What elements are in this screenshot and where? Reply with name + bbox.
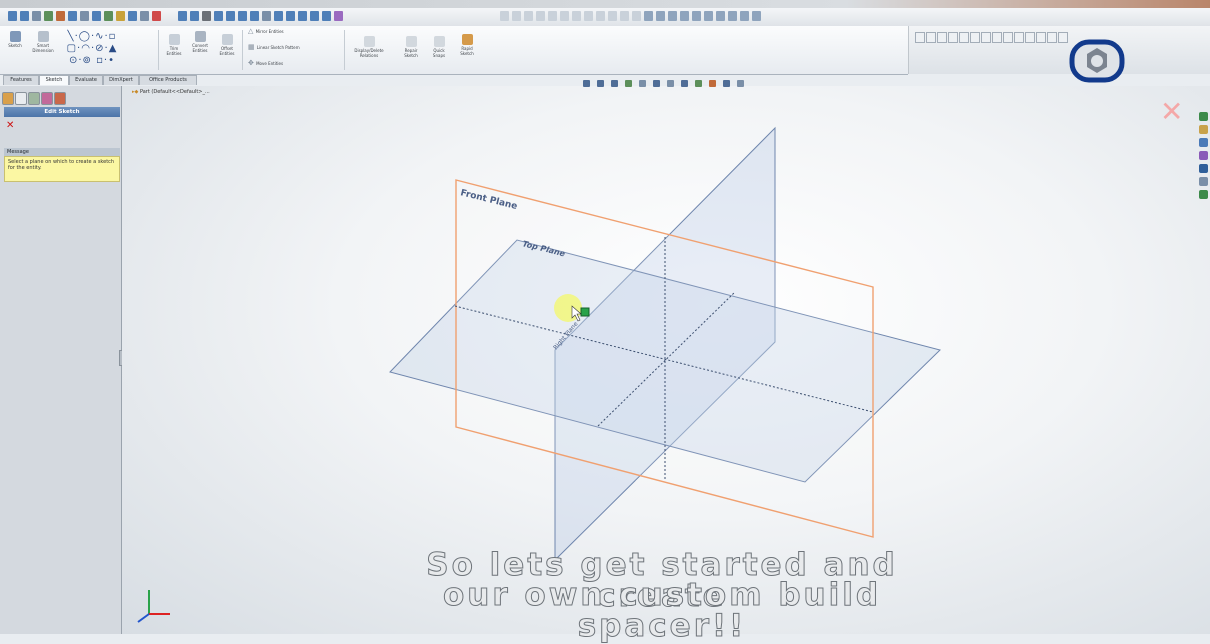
- task-pane-icon[interactable]: [1199, 125, 1208, 134]
- reference-planes: Front Plane Top Plane Right Plane: [137, 126, 941, 623]
- task-pane-icon[interactable]: [1199, 190, 1208, 199]
- task-pane-tabs: [1198, 112, 1210, 220]
- task-pane-icon[interactable]: [1199, 151, 1208, 160]
- task-pane-icon[interactable]: [1199, 112, 1208, 121]
- caption-line-2: our own custom build spacer!!: [442, 577, 882, 644]
- task-pane-icon[interactable]: [1199, 138, 1208, 147]
- task-pane-icon[interactable]: [1199, 177, 1208, 186]
- axis-triad-icon: [137, 590, 170, 623]
- close-icon[interactable]: ✕: [1160, 98, 1183, 126]
- origin-icon[interactable]: [580, 307, 590, 317]
- task-pane-icon[interactable]: [1199, 164, 1208, 173]
